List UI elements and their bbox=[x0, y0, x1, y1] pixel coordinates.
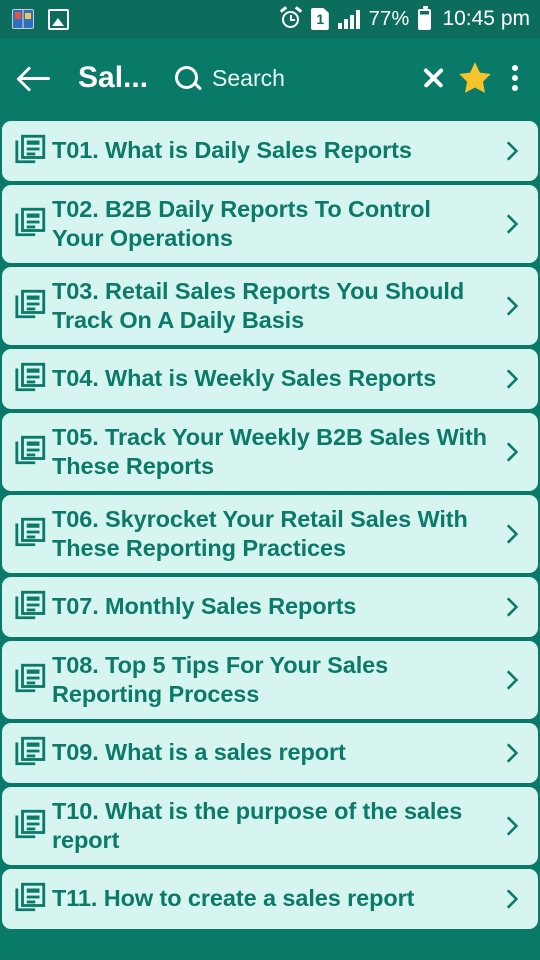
dictionary-app-icon bbox=[12, 9, 34, 29]
article-icon bbox=[14, 205, 48, 244]
article-icon bbox=[14, 515, 48, 554]
list-item-label: T04. What is Weekly Sales Reports bbox=[52, 365, 437, 392]
list-item[interactable]: T07. Monthly Sales Reports bbox=[2, 577, 538, 637]
chevron-right-icon bbox=[506, 889, 519, 909]
article-icon bbox=[14, 661, 48, 700]
chevron-right-icon bbox=[506, 670, 519, 690]
status-bar-right-icons: 1 77% 10:45 pm bbox=[279, 5, 530, 31]
list-item[interactable]: T09. What is a sales report bbox=[2, 723, 538, 783]
chevron-right-icon bbox=[506, 296, 519, 316]
close-search-button[interactable] bbox=[418, 50, 448, 106]
list-item-label: T11. How to create a sales report bbox=[52, 885, 415, 912]
article-icon bbox=[14, 734, 48, 773]
toolbar-actions bbox=[418, 50, 528, 106]
chevron-right-icon bbox=[506, 524, 519, 544]
chevron-right-icon bbox=[506, 442, 519, 462]
star-icon bbox=[459, 62, 491, 93]
list-item-label: T08. Top 5 Tips For Your Sales Reporting… bbox=[52, 651, 389, 707]
article-icon bbox=[14, 287, 48, 326]
list-item[interactable]: T06. Skyrocket Your Retail Sales With Th… bbox=[2, 495, 538, 573]
clock-label: 10:45 pm bbox=[442, 7, 530, 30]
favorite-button[interactable] bbox=[456, 50, 494, 106]
search-placeholder-label: Search bbox=[212, 64, 285, 91]
search-icon bbox=[174, 65, 200, 91]
article-icon bbox=[14, 433, 48, 472]
list-item-label: T03. Retail Sales Reports You Should Tra… bbox=[52, 277, 465, 333]
list-item-label: T02. B2B Daily Reports To Control Your O… bbox=[52, 195, 431, 251]
page-title: Sal... bbox=[78, 61, 149, 94]
article-icon bbox=[14, 588, 48, 627]
back-arrow-icon bbox=[18, 63, 52, 93]
list-item-label: T07. Monthly Sales Reports bbox=[52, 593, 357, 620]
chevron-right-icon bbox=[506, 816, 519, 836]
list-item-label: T05. Track Your Weekly B2B Sales With Th… bbox=[52, 423, 487, 479]
alarm-clock-icon bbox=[279, 6, 302, 30]
sim-slot-number: 1 bbox=[316, 11, 325, 27]
list-item[interactable]: T03. Retail Sales Reports You Should Tra… bbox=[2, 267, 538, 345]
overflow-menu-button[interactable] bbox=[502, 50, 528, 106]
status-bar-left-icons bbox=[12, 8, 69, 30]
list-item[interactable]: T05. Track Your Weekly B2B Sales With Th… bbox=[2, 413, 538, 491]
list-item[interactable]: T08. Top 5 Tips For Your Sales Reporting… bbox=[2, 641, 538, 719]
article-icon bbox=[14, 132, 48, 171]
chevron-right-icon bbox=[506, 141, 519, 161]
article-icon bbox=[14, 880, 48, 919]
sim-card-icon: 1 bbox=[310, 8, 329, 30]
app-toolbar: Sal... Search bbox=[0, 38, 540, 118]
list-item-label: T10. What is the purpose of the sales re… bbox=[52, 797, 463, 853]
search-input[interactable]: Search bbox=[174, 65, 285, 92]
chevron-right-icon bbox=[506, 214, 519, 234]
chevron-right-icon bbox=[506, 743, 519, 763]
topic-list[interactable]: T01. What is Daily Sales Reports T02. B2… bbox=[0, 118, 540, 960]
chevron-right-icon bbox=[506, 369, 519, 389]
more-vertical-icon bbox=[502, 63, 528, 93]
list-item[interactable]: T02. B2B Daily Reports To Control Your O… bbox=[2, 185, 538, 263]
list-item[interactable]: T04. What is Weekly Sales Reports bbox=[2, 349, 538, 409]
article-icon bbox=[14, 360, 48, 399]
battery-percent-label: 77% bbox=[368, 7, 410, 30]
battery-icon bbox=[418, 5, 432, 30]
close-icon bbox=[418, 63, 448, 93]
list-item-label: T09. What is a sales report bbox=[52, 739, 346, 766]
list-item-label: T06. Skyrocket Your Retail Sales With Th… bbox=[52, 505, 468, 561]
chevron-right-icon bbox=[506, 597, 519, 617]
list-item[interactable]: T11. How to create a sales report bbox=[2, 869, 538, 929]
list-item-label: T01. What is Daily Sales Reports bbox=[52, 137, 412, 164]
screenshot-image-icon bbox=[48, 8, 69, 30]
app-screen: 1 77% 10:45 pm Sal... Search T01. What i… bbox=[0, 0, 540, 960]
list-item[interactable]: T10. What is the purpose of the sales re… bbox=[2, 787, 538, 865]
article-icon bbox=[14, 807, 48, 846]
signal-bars-icon bbox=[337, 9, 360, 29]
list-item[interactable]: T01. What is Daily Sales Reports bbox=[2, 121, 538, 181]
back-button[interactable] bbox=[18, 50, 52, 106]
status-bar: 1 77% 10:45 pm bbox=[0, 0, 540, 38]
